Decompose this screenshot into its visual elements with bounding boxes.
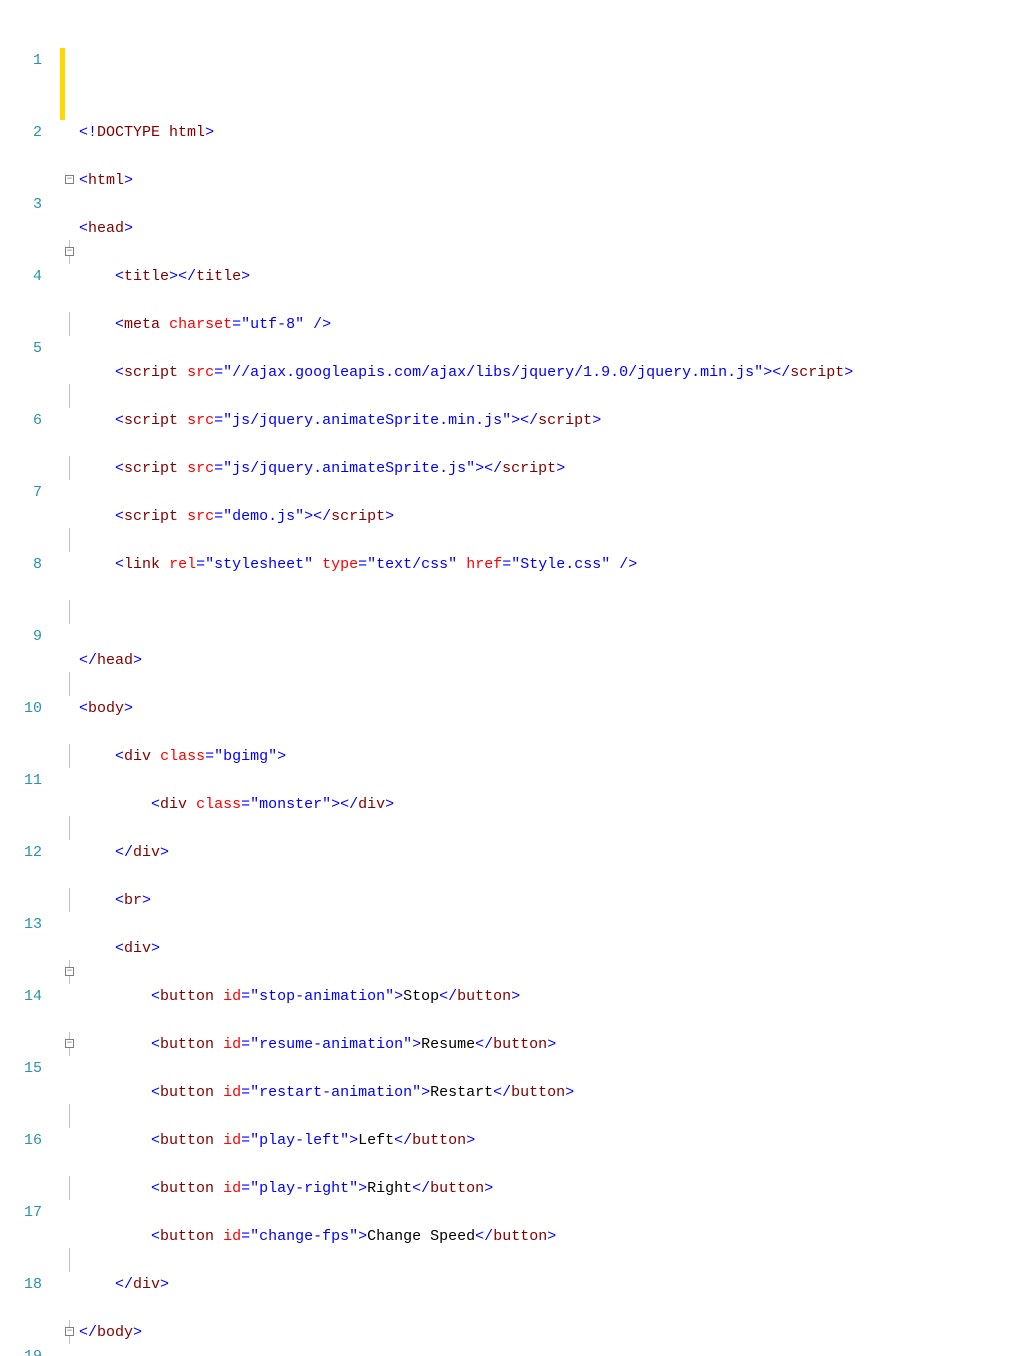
line-number: 12 [0, 841, 42, 865]
code-line[interactable]: <div class="bgimg"> [79, 745, 1024, 769]
code-line[interactable] [79, 73, 1024, 97]
line-number: 17 [0, 1201, 42, 1225]
line-number: 9 [0, 625, 42, 649]
line-number: 3 [0, 193, 42, 217]
line-number: 10 [0, 697, 42, 721]
code-line[interactable]: <button id="stop-animation">Stop</button… [79, 985, 1024, 1009]
fold-toggle-icon[interactable]: − [65, 247, 74, 256]
line-number: 19 [0, 1345, 42, 1356]
line-number: 7 [0, 481, 42, 505]
code-line[interactable]: <title></title> [79, 265, 1024, 289]
code-line[interactable]: <head> [79, 217, 1024, 241]
line-number: 18 [0, 1273, 42, 1297]
code-line[interactable]: <button id="resume-animation">Resume</bu… [79, 1033, 1024, 1057]
code-line[interactable]: <script src="js/jquery.animateSprite.min… [79, 409, 1024, 433]
line-number: 2 [0, 121, 42, 145]
line-number: 16 [0, 1129, 42, 1153]
fold-toggle-icon[interactable]: − [65, 1327, 74, 1336]
code-line[interactable]: <div class="monster"></div> [79, 793, 1024, 817]
code-line[interactable]: <script src="//ajax.googleapis.com/ajax/… [79, 361, 1024, 385]
code-line[interactable]: </div> [79, 841, 1024, 865]
code-line[interactable]: <body> [79, 697, 1024, 721]
line-number: 4 [0, 265, 42, 289]
code-line[interactable]: </head> [79, 649, 1024, 673]
line-number: 13 [0, 913, 42, 937]
line-number: 15 [0, 1057, 42, 1081]
line-number: 14 [0, 985, 42, 1009]
code-line[interactable]: <html> [79, 169, 1024, 193]
code-line[interactable]: <div> [79, 937, 1024, 961]
fold-toggle-icon[interactable]: − [65, 967, 74, 976]
code-line[interactable]: <button id="restart-animation">Restart</… [79, 1081, 1024, 1105]
code-line[interactable]: <!DOCTYPE html> [79, 121, 1024, 145]
code-line[interactable]: <script src="js/jquery.animateSprite.js"… [79, 457, 1024, 481]
line-number: 8 [0, 553, 42, 577]
line-number: 6 [0, 409, 42, 433]
code-line[interactable]: <meta charset="utf-8" /> [79, 313, 1024, 337]
code-line[interactable]: <br> [79, 889, 1024, 913]
code-line[interactable]: </div> [79, 1273, 1024, 1297]
code-line[interactable]: <button id="play-right">Right</button> [79, 1177, 1024, 1201]
code-line[interactable]: <button id="play-left">Left</button> [79, 1129, 1024, 1153]
line-number: 1 [0, 49, 42, 73]
fold-toggle-icon[interactable]: − [65, 1039, 74, 1048]
fold-toggle-icon[interactable]: − [65, 175, 74, 184]
code-line[interactable] [79, 601, 1024, 625]
code-editor[interactable]: <!DOCTYPE html> <html> <head> <title></t… [79, 0, 1024, 1356]
line-number-gutter: 1 2 3 4 5 6 7 8 9 10 11 12 13 14 15 16 1… [0, 0, 60, 1356]
line-number: 11 [0, 769, 42, 793]
code-line[interactable]: </body> [79, 1321, 1024, 1345]
code-line[interactable] [79, 25, 1024, 49]
code-line[interactable]: <link rel="stylesheet" type="text/css" h… [79, 553, 1024, 577]
fold-gutter: − − − − − [65, 0, 79, 1356]
code-line[interactable]: <script src="demo.js"></script> [79, 505, 1024, 529]
code-line[interactable]: <button id="change-fps">Change Speed</bu… [79, 1225, 1024, 1249]
line-number: 5 [0, 337, 42, 361]
